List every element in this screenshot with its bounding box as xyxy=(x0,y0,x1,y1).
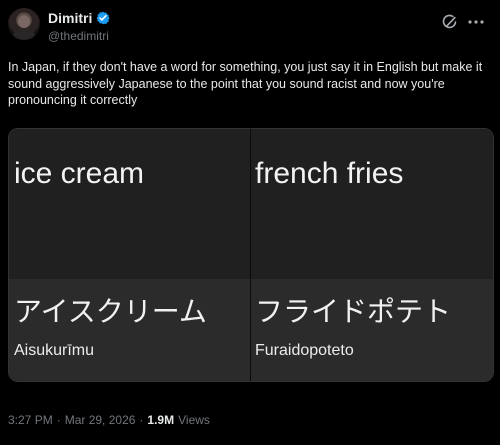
post-date[interactable]: Mar 29, 2026 xyxy=(65,413,136,427)
verified-badge-icon xyxy=(96,11,110,25)
meta-separator: · xyxy=(139,413,144,427)
author-row: Dimitri xyxy=(48,10,110,26)
tweet-card: Dimitri @thedimitri In Japan, if they do… xyxy=(0,0,500,445)
media-panel-top xyxy=(251,129,493,279)
user-handle[interactable]: @thedimitri xyxy=(48,29,109,43)
avatar[interactable] xyxy=(8,8,40,40)
post-media[interactable]: ice cream アイスクリーム Aisukurīmu french frie… xyxy=(8,128,494,382)
english-word: ice cream xyxy=(14,157,145,190)
japanese-word: アイスクリーム xyxy=(14,296,207,327)
more-icon[interactable] xyxy=(466,14,486,30)
japanese-word: フライドポテト xyxy=(255,296,452,327)
post-text: In Japan, if they don't have a word for … xyxy=(8,60,483,107)
post-time[interactable]: 3:27 PM xyxy=(8,413,53,427)
media-panel-ice-cream: ice cream アイスクリーム Aisukurīmu xyxy=(9,129,250,381)
views-label: Views xyxy=(178,413,210,427)
meta-separator: · xyxy=(56,413,61,427)
post-meta: 3:27 PM · Mar 29, 2026 · 1.9M Views xyxy=(8,413,210,427)
media-panel-top xyxy=(9,129,250,279)
views-count: 1.9M xyxy=(147,413,175,427)
display-name[interactable]: Dimitri xyxy=(48,10,92,26)
media-panel-french-fries: french fries フライドポテト Furaidopoteto xyxy=(251,129,493,381)
romaji-word: Aisukurīmu xyxy=(14,342,95,359)
avatar-face xyxy=(18,15,30,28)
avatar-body xyxy=(13,29,35,40)
grok-icon[interactable] xyxy=(442,14,458,30)
english-word: french fries xyxy=(255,157,404,190)
romaji-word: Furaidopoteto xyxy=(255,342,354,359)
